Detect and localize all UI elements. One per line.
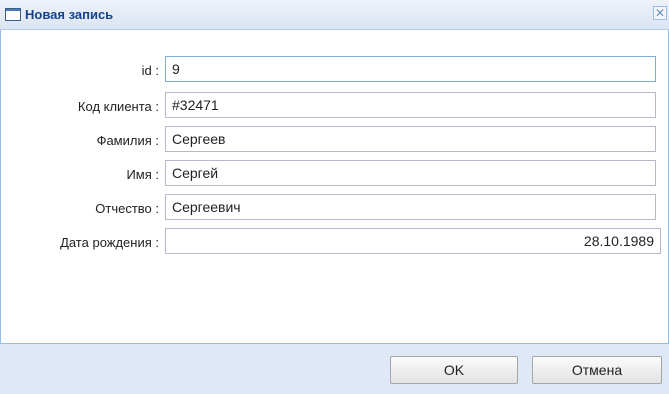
form-row-last-name: Фамилия : [1, 126, 669, 154]
form-row-client-code: Код клиента : [1, 92, 669, 120]
form-row-id: id : [1, 56, 669, 84]
id-field[interactable] [165, 56, 656, 82]
dialog-title: Новая запись [25, 7, 114, 22]
dialog-footer: OK Отмена [0, 343, 669, 394]
first-name-label: Имя : [126, 167, 159, 182]
id-label: id : [141, 63, 159, 78]
patronymic-field[interactable] [165, 194, 656, 220]
birth-date-wrapper [165, 228, 661, 254]
form-row-birth-date: Дата рождения : [1, 228, 669, 256]
form-row-first-name: Имя : [1, 160, 669, 188]
form-panel: id : Код клиента : Фамилия : Имя : Отчес… [0, 30, 669, 343]
window-icon [5, 8, 21, 21]
patronymic-label: Отчество : [95, 201, 159, 216]
cancel-button[interactable]: Отмена [532, 356, 662, 384]
first-name-field[interactable] [165, 160, 656, 186]
dialog-titlebar[interactable]: Новая запись ✕ [0, 0, 669, 30]
birth-date-field[interactable] [165, 228, 661, 254]
close-icon[interactable]: ✕ [653, 6, 667, 20]
dialog-window: Новая запись ✕ id : Код клиента : Фамили… [0, 0, 669, 394]
birth-date-label: Дата рождения : [60, 235, 159, 250]
ok-button[interactable]: OK [390, 356, 518, 384]
last-name-field[interactable] [165, 126, 656, 152]
client-code-field[interactable] [165, 92, 656, 118]
client-code-label: Код клиента : [77, 99, 159, 114]
last-name-label: Фамилия : [96, 133, 159, 148]
form-row-patronymic: Отчество : [1, 194, 669, 222]
